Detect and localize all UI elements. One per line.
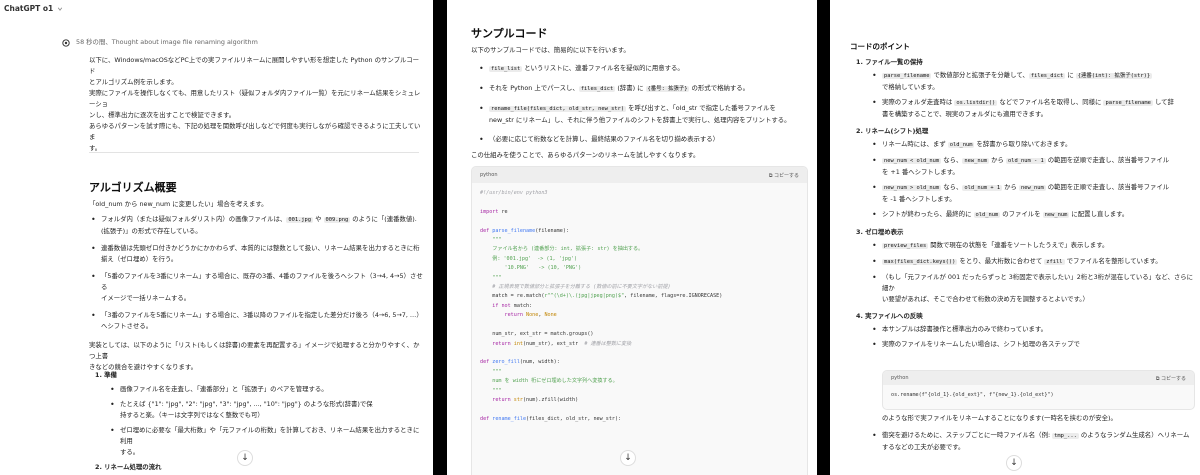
chevron-down-icon (58, 7, 63, 11)
overview-list: フォルダ内（または疑似フォルダリスト内）の画像ファイルは、001.jpg や 0… (89, 214, 424, 332)
model-selector[interactable]: ChatGPT o1 (4, 4, 63, 13)
list-item: 実際のフォルダ走査時は os.listdir() などでファイル名を取得し、同様… (870, 97, 1196, 120)
after-code-text: のような形で実ファイルをリネームすることになります(一時名を挟むのが安全)。 (882, 414, 1117, 422)
list-item: file_list というリストに、連番ファイル名を疑似的に用意する。 (477, 63, 807, 75)
scroll-down-button[interactable]: ↓ (620, 450, 636, 466)
step-2-heading: 2. リネーム処理の流れ (95, 463, 162, 471)
scroll-down-button[interactable]: ↓ (237, 450, 253, 466)
list-item: （必要に応じて桁数などを計算し、最終結果のファイル名を切り揃め表示する） (477, 134, 807, 145)
list-item: 「5番のファイルを3番にリネーム」する場合に、既存の3番、4番のファイルを後ろへ… (89, 271, 424, 304)
list-item: たとえば {"1": "jpg", "2": "jpg", "3": "jpg"… (108, 399, 423, 421)
list-item: rename_file(files_dict, old_str, new_str… (477, 103, 807, 126)
intro-paragraph: 以下に、Windows/macOSなどPC上での実ファイルリネームに展開しやすい… (89, 56, 421, 152)
list-item: max(files_dict.keys()) をとり、最大桁数に合わせて zfi… (870, 256, 1196, 268)
step-1-heading: 1. 準備 (95, 371, 117, 379)
list-item: parse_filename で数値部分と拡張子を分離して、files_dict… (870, 70, 1196, 93)
openai-logo-icon (62, 38, 70, 47)
list-item: シフトが終わったら、最終的に old_num のファイルを new_num に配… (870, 209, 1196, 221)
code-header: python ⧉ コピーする (472, 167, 807, 183)
divider (89, 152, 419, 153)
arrow-down-icon: ↓ (1010, 458, 1018, 468)
list-item: 連番数値は先頭ゼロ付きかどうかにかかわらず、本質的には整数として扱い、リネーム結… (89, 243, 424, 265)
code-language: python (891, 375, 909, 381)
list-item: （もし「元ファイルが 001 だったらずっと 3桁固定で表示したい」2桁と3桁が… (870, 272, 1196, 305)
arrow-down-icon: ↓ (624, 453, 632, 463)
arrow-down-icon: ↓ (241, 453, 249, 463)
list-item: リネーム時には、まず old_num を辞書から取り除いておきます。 (870, 139, 1196, 151)
right-chat-panel: コードのポイント 1. ファイル一覧の保持 parse_filename で数値… (830, 0, 1200, 475)
points-list: 1. ファイル一覧の保持 parse_filename で数値部分と拡張子を分離… (856, 57, 1196, 350)
list-item: 実際のファイルをリネームしたい場合は、シフト処理の各ステップで (870, 339, 1196, 350)
point-heading: 2. リネーム(シフト)処理 (856, 127, 929, 135)
code-language: python (480, 172, 498, 178)
list-item: new_num < old_num なら、new_num から old_num … (870, 155, 1196, 178)
scroll-down-button[interactable]: ↓ (1006, 455, 1022, 471)
thought-summary: 58 秒の間、Thought about image file renaming… (76, 38, 258, 46)
list-item: ゼロ埋めに必要な「最大桁数」や「元ファイルの桁数」を計算しておき、リネーム結果を… (108, 425, 423, 458)
copy-button[interactable]: ⧉ コピーする (769, 172, 799, 179)
model-label: ChatGPT o1 (4, 4, 54, 13)
section-title: サンプルコード (471, 27, 548, 40)
list-item: preview_files 関数で現在の状態を「連番をソートしたうえで」表示しま… (870, 240, 1196, 252)
code-content: os.rename(f"{old_1}.{old_ext}", f"{new_1… (891, 392, 1054, 398)
intro-text: 以下のサンプルコードでは、簡易的に以下を行います。 (471, 46, 630, 54)
list-item: フォルダ内（または疑似フォルダリスト内）の画像ファイルは、001.jpg や 0… (89, 214, 424, 237)
point-heading: 4. 実ファイルへの反映 (856, 312, 923, 320)
thought-header[interactable]: 58 秒の間、Thought about image file renaming… (62, 37, 258, 48)
step-1-list: 画像ファイル名を走査し、「連番部分」と「拡張子」のペアを管理する。 たとえば {… (108, 384, 423, 458)
overview-text: 「old_num から new_num に変更したい」場合を考えます。 (89, 200, 268, 208)
code-header: python ⧉ コピーする (883, 371, 1194, 385)
list-item: 衝突を避けるために、ステップごとに一時ファイル名（例: tmp_... のような… (870, 430, 1195, 453)
list-item: new_num > old_num なら、old_num + 1 から new_… (870, 182, 1196, 205)
left-chat-panel: ChatGPT o1 58 秒の間、Thought about image fi… (0, 0, 433, 475)
point-heading: 3. ゼロ埋め表示 (856, 228, 904, 236)
list-item: 画像ファイル名を走査し、「連番部分」と「拡張子」のペアを管理する。 (108, 384, 423, 395)
inline-code-block: python ⧉ コピーする os.rename(f"{old_1}.{old_… (882, 370, 1195, 410)
list-item: 「3番のファイルを5番にリネーム」する場合に、3番以降のファイルを指定した差分だ… (89, 310, 424, 332)
usage-text: この仕組みを使うことで、あらゆるパターンのリネームを試しやすくなります。 (471, 151, 700, 159)
code-content: #!/usr/bin/env python3 import re def par… (480, 190, 723, 422)
middle-chat-panel: サンプルコード 以下のサンプルコードでは、簡易的に以下を行います。 file_l… (447, 0, 817, 475)
list-item: それを Python 上でパースし、files_dict (辞書) に {番号:… (477, 83, 807, 95)
code-block: python ⧉ コピーする #!/usr/bin/env python3 im… (471, 166, 808, 475)
point-heading: 1. ファイル一覧の保持 (856, 58, 923, 66)
list-item: 本サンプルは辞書操作と標準出力のみで終わっています。 (870, 324, 1196, 335)
summary-paragraph: 実装としては、以下のように「リスト(もしくは辞書)の要素を再配置する」イメージで… (89, 341, 420, 371)
sample-list: file_list というリストに、連番ファイル名を疑似的に用意する。 それを … (477, 63, 807, 145)
section-title: アルゴリズム概要 (89, 181, 177, 194)
section-title: コードのポイント (850, 42, 910, 51)
copy-button[interactable]: ⧉ コピーする (1156, 375, 1186, 382)
